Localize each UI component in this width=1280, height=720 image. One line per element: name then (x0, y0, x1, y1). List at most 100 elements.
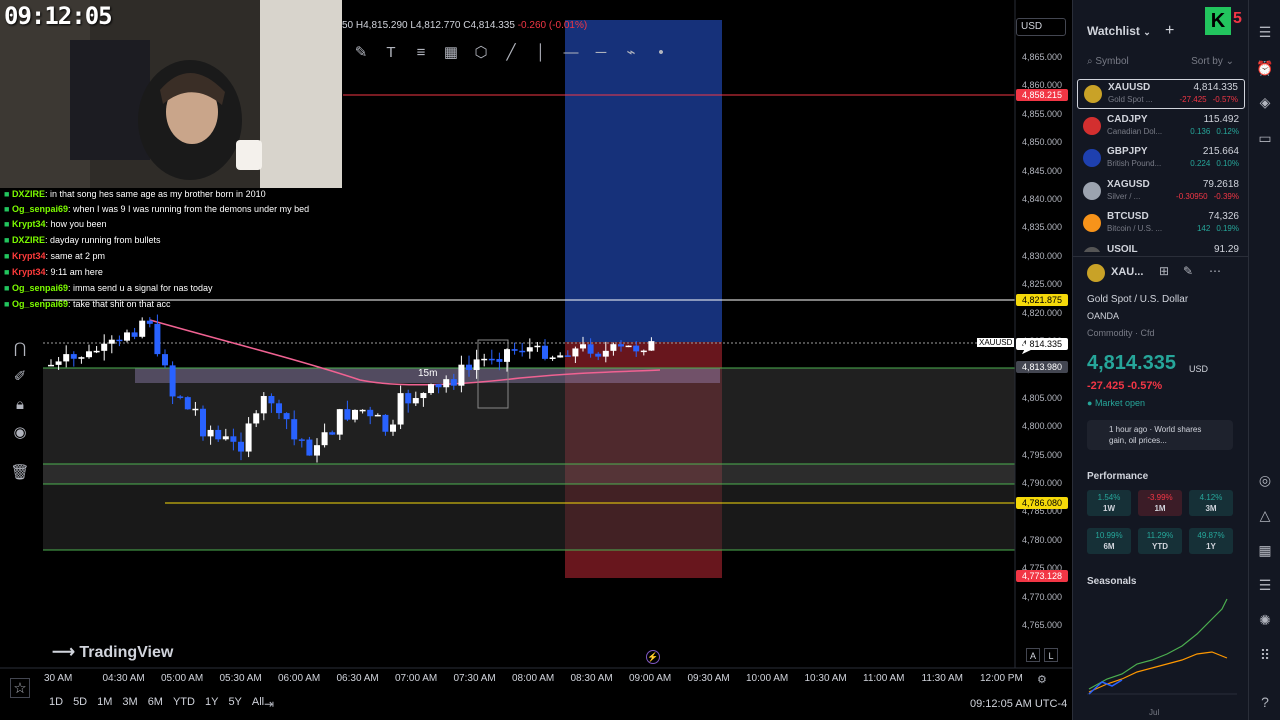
symbol-change: -0.30950 -0.39% (1176, 191, 1239, 201)
chat-icon[interactable]: ▭ (1255, 128, 1275, 148)
symbol-desc: British Pound... (1107, 159, 1162, 168)
calendar-icon[interactable]: ▦ (1255, 540, 1275, 560)
log-scale-button[interactable]: L (1044, 648, 1058, 662)
symbol-name: CADJPY (1107, 113, 1148, 125)
currency-button[interactable]: USD (1016, 18, 1066, 36)
seasonals-chart[interactable] (1087, 594, 1237, 704)
star-icon[interactable]: ☆ (10, 678, 30, 698)
brush-icon[interactable]: ⌁ (620, 43, 642, 61)
chat-text: : 9:11 am here (45, 267, 103, 277)
edit-icon[interactable]: ✎ (1183, 264, 1193, 278)
horizontal-line-icon[interactable]: ─ (590, 44, 612, 61)
price-tick: 4,840.000 (1022, 194, 1063, 204)
webcam-overlay: 09:12:05 (0, 0, 342, 188)
layers-icon[interactable]: ◈ (1255, 92, 1275, 112)
lock-icon[interactable]: 🔒︎ (10, 394, 30, 414)
detail-symbol[interactable]: XAU... (1111, 266, 1143, 278)
symbol-column-header: ⌕ Symbol (1087, 56, 1129, 67)
horizontal-ray-icon[interactable]: — (560, 44, 582, 61)
timeframe-button[interactable]: 5Y (223, 694, 246, 710)
symbol-desc: Silver / ... (1107, 191, 1141, 201)
apps-icon[interactable]: ⠿ (1255, 645, 1275, 665)
symbol-name: USOIL (1107, 243, 1138, 252)
grid-icon[interactable]: ▦ (440, 43, 462, 61)
pen-icon[interactable]: ✐ (10, 366, 30, 386)
price-tick: 4,820.000 (1022, 307, 1063, 318)
sort-by-button[interactable]: Sort by ⌄ (1191, 56, 1234, 67)
badge-count: 5 (1233, 10, 1242, 27)
auto-scale-button[interactable]: A (1026, 648, 1040, 662)
watchlist-row[interactable]: USOIL 91.29 (1077, 242, 1245, 252)
triangle-icon[interactable]: △ (1255, 505, 1275, 525)
chat-text: : how you been (45, 219, 107, 229)
symbol-change: -27.425 -0.57% (1179, 95, 1239, 104)
magnet-icon[interactable]: ⋂ (10, 338, 30, 358)
timeframe-button[interactable]: 1Y (200, 694, 223, 710)
text-tool-icon[interactable]: T (380, 44, 402, 61)
right-panel: Watchlist ⌄ + K 5 ⌕ Symbol Sort by ⌄ XAU… (1072, 0, 1249, 720)
symbol-icon (1083, 116, 1101, 135)
price-tick: 4,830.000 (1022, 250, 1063, 261)
news-item[interactable]: 1 hour ago · World shares gain, oil pric… (1087, 420, 1233, 450)
watchlist-icon[interactable]: ☰ (1255, 22, 1275, 42)
time-tick: 10:30 AM (804, 673, 847, 684)
watchlist-row[interactable]: XAUUSD Gold Spot ... 4,814.335 -27.425 -0.57… (1077, 79, 1245, 109)
trash-icon[interactable]: 🗑︎ (10, 462, 30, 482)
chat-username: Krypt34 (11, 267, 46, 277)
shape-icon[interactable]: ⬡ (470, 43, 492, 61)
symbol-name: XAGUSD (1107, 178, 1150, 190)
price-label: 4,813.980 (1016, 361, 1068, 373)
watchlist-row[interactable]: GBPJPY British Pound... 215.664 0.224 0.10% (1077, 144, 1245, 174)
performance-cell[interactable]: 49.87% 1Y (1189, 528, 1233, 554)
watchlist-row[interactable]: BTCUSD Bitcoin / U.S. ... 74,326 142 0.19% (1077, 209, 1245, 239)
eye-icon[interactable]: ◉ (10, 422, 30, 442)
pencil-icon[interactable]: ✎ (350, 43, 372, 61)
symbol-name: BTCUSD (1107, 211, 1149, 222)
timeframe-button[interactable]: 3M (117, 694, 142, 710)
settings-icon[interactable]: ⚙ (1037, 673, 1047, 686)
performance-cell[interactable]: 10.99% 6M (1087, 528, 1131, 554)
chat-message: ■ Krypt34: 9:11 am here (4, 267, 103, 277)
price-label: 4,773.128 (1016, 570, 1068, 582)
watchlist-row[interactable]: XAGUSD Silver / ... 79.2618 -0.30950 -0.39% (1077, 177, 1245, 207)
time-tick: 07:30 AM (453, 673, 496, 684)
chart-datetime[interactable]: 09:12:05 AM UTC-4 (970, 698, 1067, 710)
target-icon[interactable]: ◎ (1255, 470, 1275, 490)
watchlist-row[interactable]: CADJPY Canadian Dol... 115.492 0.136 0.12% (1077, 112, 1245, 142)
symbol-price: 215.664 (1202, 146, 1239, 157)
chat-text: : imma send u a signal for nas today (67, 283, 213, 293)
vertical-line-icon[interactable]: │ (530, 44, 552, 61)
alerts-icon[interactable]: ⏰ (1255, 58, 1275, 78)
performance-cell[interactable]: 1.54% 1W (1087, 490, 1131, 516)
timeframe-button[interactable]: YTD (168, 694, 200, 710)
performance-cell[interactable]: 4.12% 3M (1189, 490, 1233, 516)
symbol-price: 79.2618 (1202, 178, 1239, 190)
performance-cell[interactable]: 11.29% YTD (1138, 528, 1182, 554)
symbol-name: XAUUSD (1108, 82, 1151, 93)
timeframe-button[interactable]: 1D (44, 694, 68, 710)
date-range-icon[interactable]: ⇥ (264, 697, 274, 711)
trendline-icon[interactable]: ╱ (500, 43, 522, 61)
timeframe-button[interactable]: 5D (68, 694, 92, 710)
timeframe-button[interactable]: 1M (92, 694, 117, 710)
watchlist-title[interactable]: Watchlist ⌄ (1087, 24, 1151, 38)
grid-icon[interactable]: ⊞ (1159, 264, 1169, 278)
chat-message: ■ DXZIRE: in that song hes same age as m… (4, 189, 266, 199)
tradingview-logo: ⟶ TradingView (52, 644, 174, 661)
align-icon[interactable]: ≡ (410, 44, 432, 61)
symbol-price: 74,326 (1208, 211, 1239, 222)
performance-cell[interactable]: -3.99% 1M (1138, 490, 1182, 516)
timeframe-button[interactable]: 6M (143, 694, 168, 710)
help-icon[interactable]: ? (1255, 692, 1275, 712)
signal-icon[interactable]: ☰ (1255, 575, 1275, 595)
lightning-icon[interactable]: ⚡ (646, 650, 660, 664)
add-symbol-icon[interactable]: + (1165, 22, 1174, 40)
lightbulb-icon[interactable]: ✺ (1255, 610, 1275, 630)
more-icon[interactable]: ⋯ (1209, 264, 1221, 278)
price-tick: 4,800.000 (1022, 421, 1063, 432)
kick-logo-icon: K (1205, 7, 1231, 35)
dot-icon[interactable]: • (650, 44, 672, 61)
chat-username: DXZIRE (11, 235, 45, 245)
chevron-down-icon[interactable]: ⌄ (1143, 27, 1151, 37)
time-tick: 09:30 AM (687, 673, 730, 684)
